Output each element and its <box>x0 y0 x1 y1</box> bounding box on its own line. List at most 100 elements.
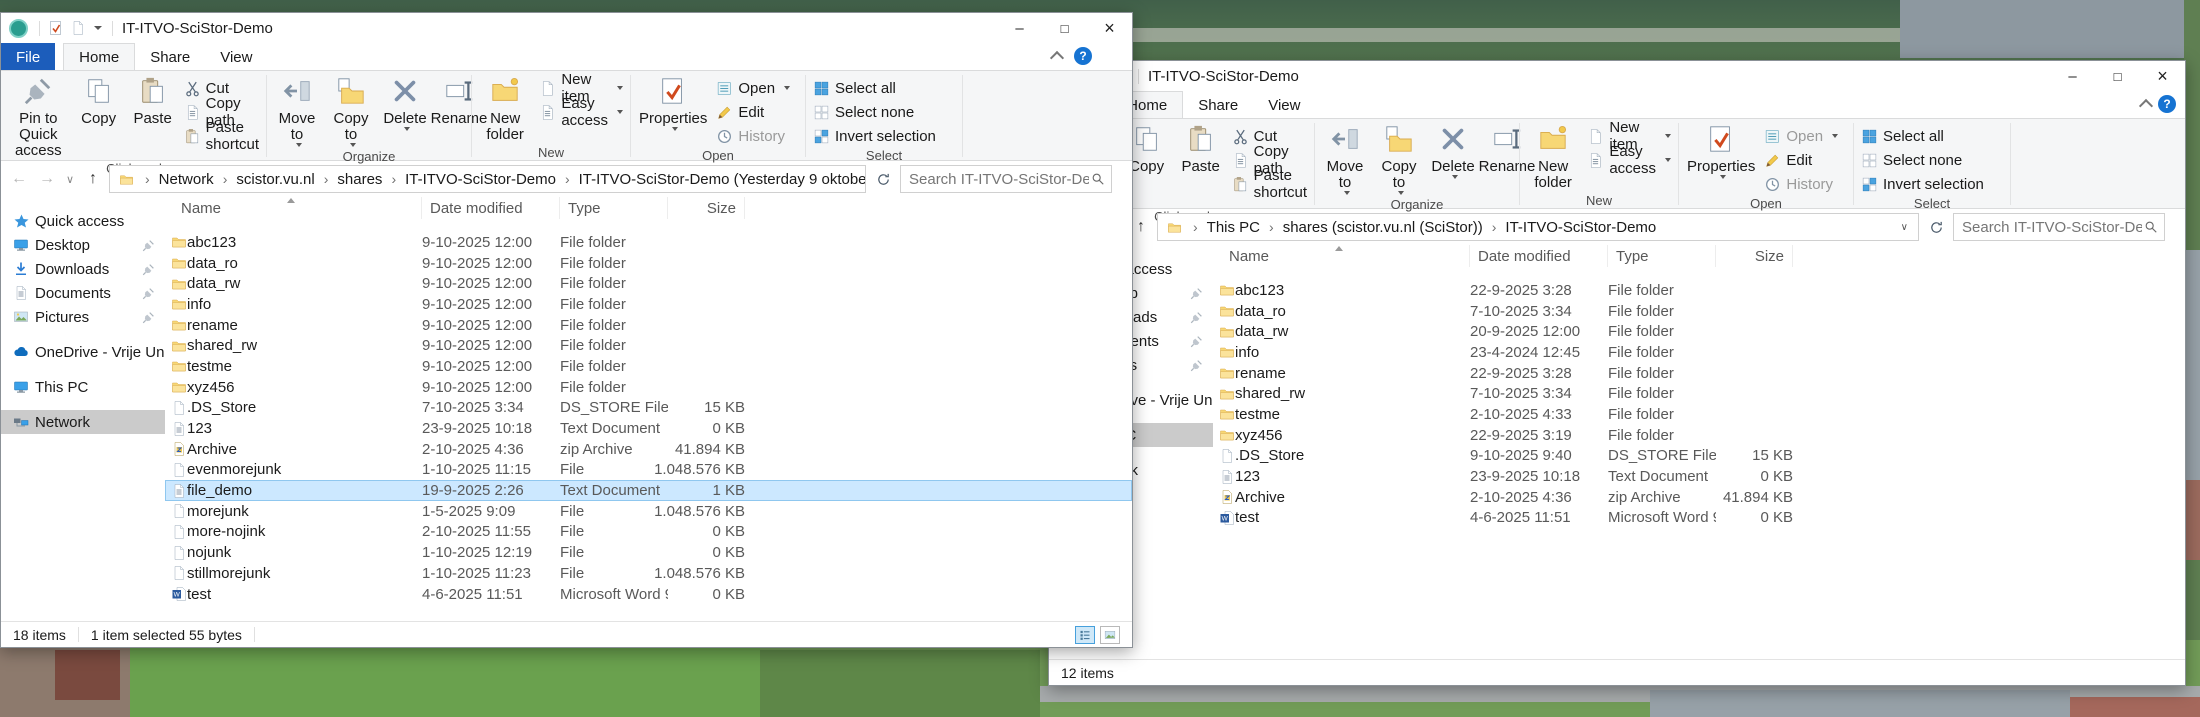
breadcrumb[interactable]: ›Network ›scistor.vu.nl ›shares ›IT-ITVO… <box>109 165 866 193</box>
tab-view[interactable]: View <box>1253 91 1315 118</box>
properties-quick-icon[interactable] <box>48 20 64 36</box>
search-box[interactable] <box>1953 213 2165 241</box>
select-all-button[interactable]: Select all <box>1857 124 1988 148</box>
copy-to-button[interactable]: Copy to <box>324 74 378 149</box>
refresh-icon[interactable] <box>870 166 896 192</box>
file-row[interactable]: stillmorejunk1-10-2025 11:23File1.048.57… <box>165 563 1132 584</box>
close-button[interactable] <box>1087 13 1132 43</box>
file-row[interactable]: nojunk1-10-2025 12:19File0 KB <box>165 542 1132 563</box>
crumb-shares[interactable]: shares (scistor.vu.nl (SciStor)) <box>1280 219 1486 236</box>
thumbnails-view-button[interactable] <box>1100 626 1120 644</box>
new-folder-quick-icon[interactable] <box>70 20 86 36</box>
paste-button[interactable]: Paste <box>126 74 180 129</box>
properties-button[interactable]: Properties <box>634 74 712 133</box>
file-row[interactable]: more-nojink2-10-2025 11:55File0 KB <box>165 522 1132 543</box>
recent-locations-caret-icon[interactable]: ∨ <box>63 173 77 186</box>
delete-button[interactable]: Delete <box>1426 122 1480 181</box>
collapse-ribbon-icon[interactable] <box>1050 51 1064 65</box>
edit-button[interactable]: Edit <box>712 100 794 124</box>
file-row[interactable]: rename9-10-2025 12:00File folder <box>165 315 1132 336</box>
file-row[interactable]: testme9-10-2025 12:00File folder <box>165 356 1132 377</box>
maximize-button[interactable] <box>2095 61 2140 91</box>
sidebar-item-documents[interactable]: Documents <box>1 281 165 305</box>
history-button[interactable]: History <box>1760 172 1842 196</box>
invert-selection-button[interactable]: Invert selection <box>1857 172 1988 196</box>
select-none-button[interactable]: Select none <box>809 100 940 124</box>
sidebar-item-quick-access[interactable]: Quick access <box>1 209 165 233</box>
column-header-size[interactable]: Size <box>1716 245 1793 267</box>
file-row[interactable]: data_rw9-10-2025 12:00File folder <box>165 273 1132 294</box>
easy-access-button[interactable]: Easy access <box>1583 148 1675 172</box>
copy-button[interactable]: Copy <box>72 74 126 129</box>
file-row[interactable]: test4-6-2025 11:51Microsoft Word 9...0 K… <box>1213 508 2185 529</box>
select-none-button[interactable]: Select none <box>1857 148 1988 172</box>
customize-toolbar-caret-icon[interactable] <box>94 26 102 30</box>
address-dropdown-caret-icon[interactable]: ∨ <box>1895 222 1914 233</box>
file-row-selected[interactable]: file_demo19-9-2025 2:26Text Document1 KB <box>165 480 1132 501</box>
search-box[interactable] <box>900 165 1112 193</box>
crumb-share-name[interactable]: IT-ITVO-SciStor-Demo <box>1502 219 1659 236</box>
new-folder-button[interactable]: New folder <box>475 74 535 145</box>
file-row[interactable]: morejunk1-5-2025 9:09File1.048.576 KB <box>165 501 1132 522</box>
title-bar[interactable]: IT-ITVO-SciStor-Demo <box>1049 61 2185 91</box>
history-button[interactable]: History <box>712 124 794 148</box>
crumb-shares[interactable]: shares <box>334 171 385 188</box>
sidebar-item-network[interactable]: Network <box>1 410 165 434</box>
sidebar-item-onedrive[interactable]: OneDrive - Vrije Univ <box>1 340 165 364</box>
file-row[interactable]: rename22-9-2025 3:28File folder <box>1213 363 2185 384</box>
up-icon[interactable]: ↑ <box>81 170 105 188</box>
file-row[interactable]: data_ro7-10-2025 3:34File folder <box>1213 301 2185 322</box>
file-row[interactable]: xyz4569-10-2025 12:00File folder <box>165 377 1132 398</box>
file-row[interactable]: info9-10-2025 12:00File folder <box>165 294 1132 315</box>
paste-button[interactable]: Paste <box>1174 122 1228 177</box>
tab-home[interactable]: Home <box>63 43 135 70</box>
tab-share[interactable]: Share <box>1183 91 1253 118</box>
properties-button[interactable]: Properties <box>1682 122 1760 181</box>
column-header-date[interactable]: Date modified <box>1470 245 1608 267</box>
sidebar-item-this-pc[interactable]: This PC <box>1 375 165 399</box>
move-to-button[interactable]: Move to <box>270 74 324 149</box>
file-row[interactable]: 12323-9-2025 10:18Text Document0 KB <box>165 418 1132 439</box>
column-header-size[interactable]: Size <box>668 197 745 219</box>
column-header-date[interactable]: Date modified <box>422 197 560 219</box>
copy-to-button[interactable]: Copy to <box>1372 122 1426 197</box>
sidebar-item-pictures[interactable]: Pictures <box>1 305 165 329</box>
details-view-button[interactable] <box>1075 626 1095 644</box>
open-button[interactable]: Open <box>712 76 794 100</box>
crumb-snapshot[interactable]: IT-ITVO-SciStor-Demo (Yesterday 9 oktobe… <box>576 171 866 188</box>
search-input[interactable] <box>907 170 1091 189</box>
delete-button[interactable]: Delete <box>378 74 432 133</box>
invert-selection-button[interactable]: Invert selection <box>809 124 940 148</box>
edit-button[interactable]: Edit <box>1760 148 1842 172</box>
tab-share[interactable]: Share <box>135 43 205 70</box>
file-row[interactable]: xyz45622-9-2025 3:19File folder <box>1213 425 2185 446</box>
file-row[interactable]: evenmorejunk1-10-2025 11:15File1.048.576… <box>165 460 1132 481</box>
file-row[interactable]: shared_rw7-10-2025 3:34File folder <box>1213 383 2185 404</box>
close-button[interactable] <box>2140 61 2185 91</box>
file-row[interactable]: 12323-9-2025 10:18Text Document0 KB <box>1213 466 2185 487</box>
select-all-button[interactable]: Select all <box>809 76 940 100</box>
new-folder-button[interactable]: New folder <box>1523 122 1583 193</box>
move-to-button[interactable]: Move to <box>1318 122 1372 197</box>
file-row[interactable]: abc1239-10-2025 12:00File folder <box>165 232 1132 253</box>
help-icon[interactable]: ? <box>2158 95 2176 113</box>
crumb-server[interactable]: scistor.vu.nl <box>233 171 317 188</box>
crumb-network[interactable]: Network <box>156 171 217 188</box>
sidebar-item-desktop[interactable]: Desktop <box>1 233 165 257</box>
open-button[interactable]: Open <box>1760 124 1842 148</box>
help-icon[interactable]: ? <box>1074 47 1092 65</box>
file-row[interactable]: Archive2-10-2025 4:36zip Archive41.894 K… <box>165 439 1132 460</box>
file-row[interactable]: test4-6-2025 11:51Microsoft Word 9...0 K… <box>165 584 1132 605</box>
refresh-icon[interactable] <box>1923 214 1949 240</box>
breadcrumb[interactable]: ›This PC ›shares (scistor.vu.nl (SciStor… <box>1157 213 1919 241</box>
file-row[interactable]: Archive2-10-2025 4:36zip Archive41.894 K… <box>1213 487 2185 508</box>
back-icon[interactable]: ← <box>7 170 31 188</box>
file-row[interactable]: data_rw20-9-2025 12:00File folder <box>1213 321 2185 342</box>
column-header-type[interactable]: Type <box>1608 245 1716 267</box>
search-input[interactable] <box>1960 218 2144 237</box>
paste-shortcut-button[interactable]: Paste shortcut <box>180 124 263 148</box>
easy-access-button[interactable]: Easy access <box>535 100 627 124</box>
file-row[interactable]: .DS_Store7-10-2025 3:34DS_STORE File15 K… <box>165 398 1132 419</box>
pin-to-quick-access-button[interactable]: Pin to Quick access <box>5 74 72 161</box>
forward-icon[interactable]: → <box>35 170 59 188</box>
